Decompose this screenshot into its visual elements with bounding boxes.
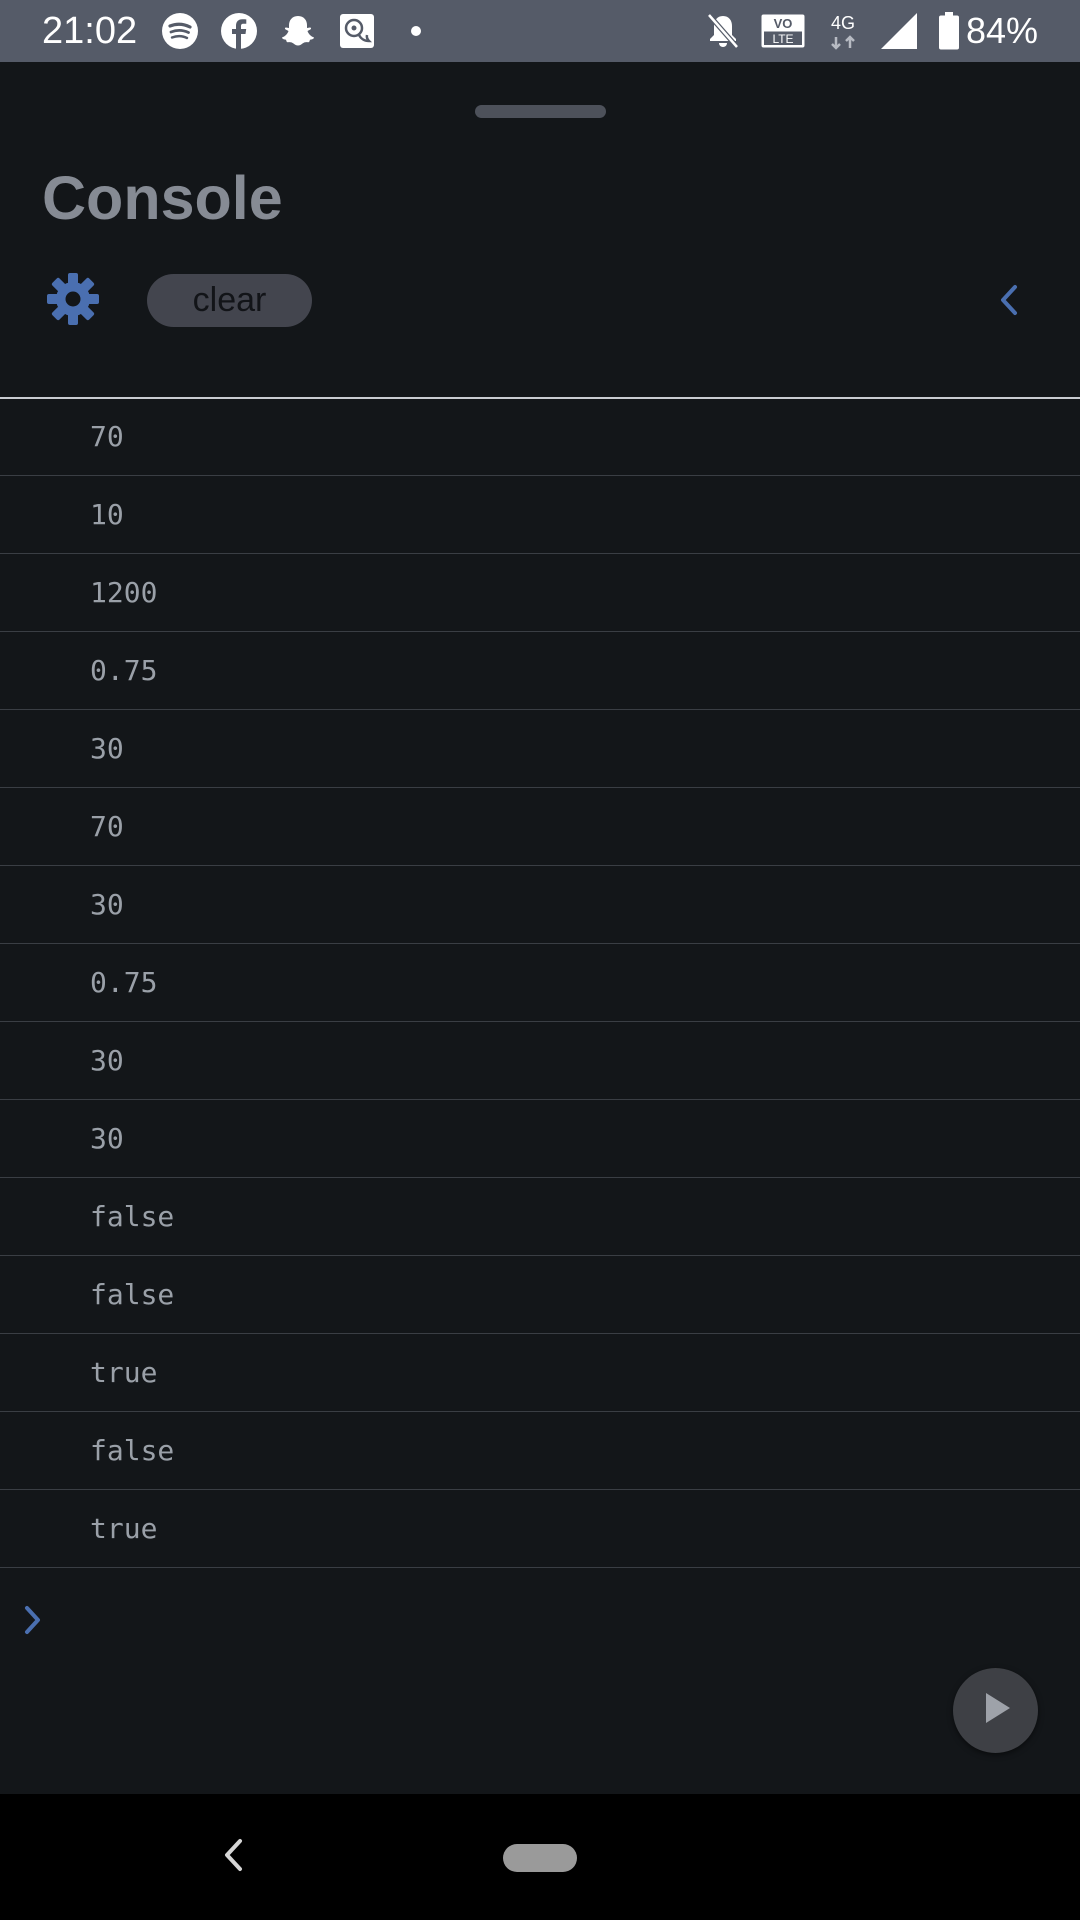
facebook-icon — [221, 13, 257, 49]
signal-icon — [880, 11, 918, 51]
console-entry: 30 — [0, 1022, 1080, 1100]
notification-icons — [162, 13, 457, 49]
console-entry: 1200 — [0, 554, 1080, 632]
status-bar: 21:02 VO LTE 4G 84% — [0, 0, 1080, 62]
svg-text:LTE: LTE — [772, 32, 793, 46]
settings-button[interactable] — [44, 272, 102, 330]
page-title: Console — [42, 164, 283, 232]
svg-text:4G: 4G — [831, 13, 855, 33]
system-icons: VO LTE 4G 84% — [706, 8, 1080, 54]
console-entry: 70 — [0, 398, 1080, 476]
console-output: 70 10 1200 0.75 30 70 30 0.75 30 30 fals… — [0, 398, 1080, 1568]
volte-icon: VO LTE — [760, 11, 806, 51]
svg-text:VO: VO — [774, 16, 793, 31]
4g-icon: 4G — [826, 11, 860, 51]
play-icon — [979, 1690, 1013, 1731]
console-entry: 10 — [0, 476, 1080, 554]
console-sheet: Console clear 70 10 1200 0.75 30 70 30 0… — [0, 62, 1080, 1794]
console-entry: false — [0, 1412, 1080, 1490]
console-entry: 30 — [0, 710, 1080, 788]
bell-off-icon — [706, 11, 740, 51]
clear-button[interactable]: clear — [147, 274, 312, 327]
console-input[interactable] — [20, 1602, 46, 1642]
chevron-right-icon — [22, 1602, 44, 1643]
console-entry: 30 — [0, 1100, 1080, 1178]
console-entry: 0.75 — [0, 632, 1080, 710]
console-entry: true — [0, 1334, 1080, 1412]
run-button[interactable] — [953, 1668, 1038, 1753]
collapse-button[interactable] — [990, 280, 1026, 324]
console-entry: false — [0, 1178, 1080, 1256]
chat-app-icon — [339, 13, 375, 49]
navigation-bar — [0, 1794, 1080, 1920]
back-icon — [220, 1835, 246, 1880]
console-entry: 70 — [0, 788, 1080, 866]
battery-icon — [938, 11, 960, 51]
status-time: 21:02 — [42, 10, 138, 52]
chevron-left-icon — [996, 282, 1020, 323]
gear-icon — [46, 272, 100, 331]
console-entry: 0.75 — [0, 944, 1080, 1022]
snapchat-icon — [280, 13, 316, 49]
spotify-icon — [162, 13, 198, 49]
console-entry: false — [0, 1256, 1080, 1334]
console-entry: true — [0, 1490, 1080, 1568]
battery-percent: 84% — [965, 10, 1038, 51]
back-button[interactable] — [218, 1834, 248, 1880]
dot-icon — [398, 13, 434, 49]
console-entry: 30 — [0, 866, 1080, 944]
home-pill-icon[interactable] — [503, 1844, 577, 1872]
drag-handle[interactable] — [475, 105, 606, 118]
